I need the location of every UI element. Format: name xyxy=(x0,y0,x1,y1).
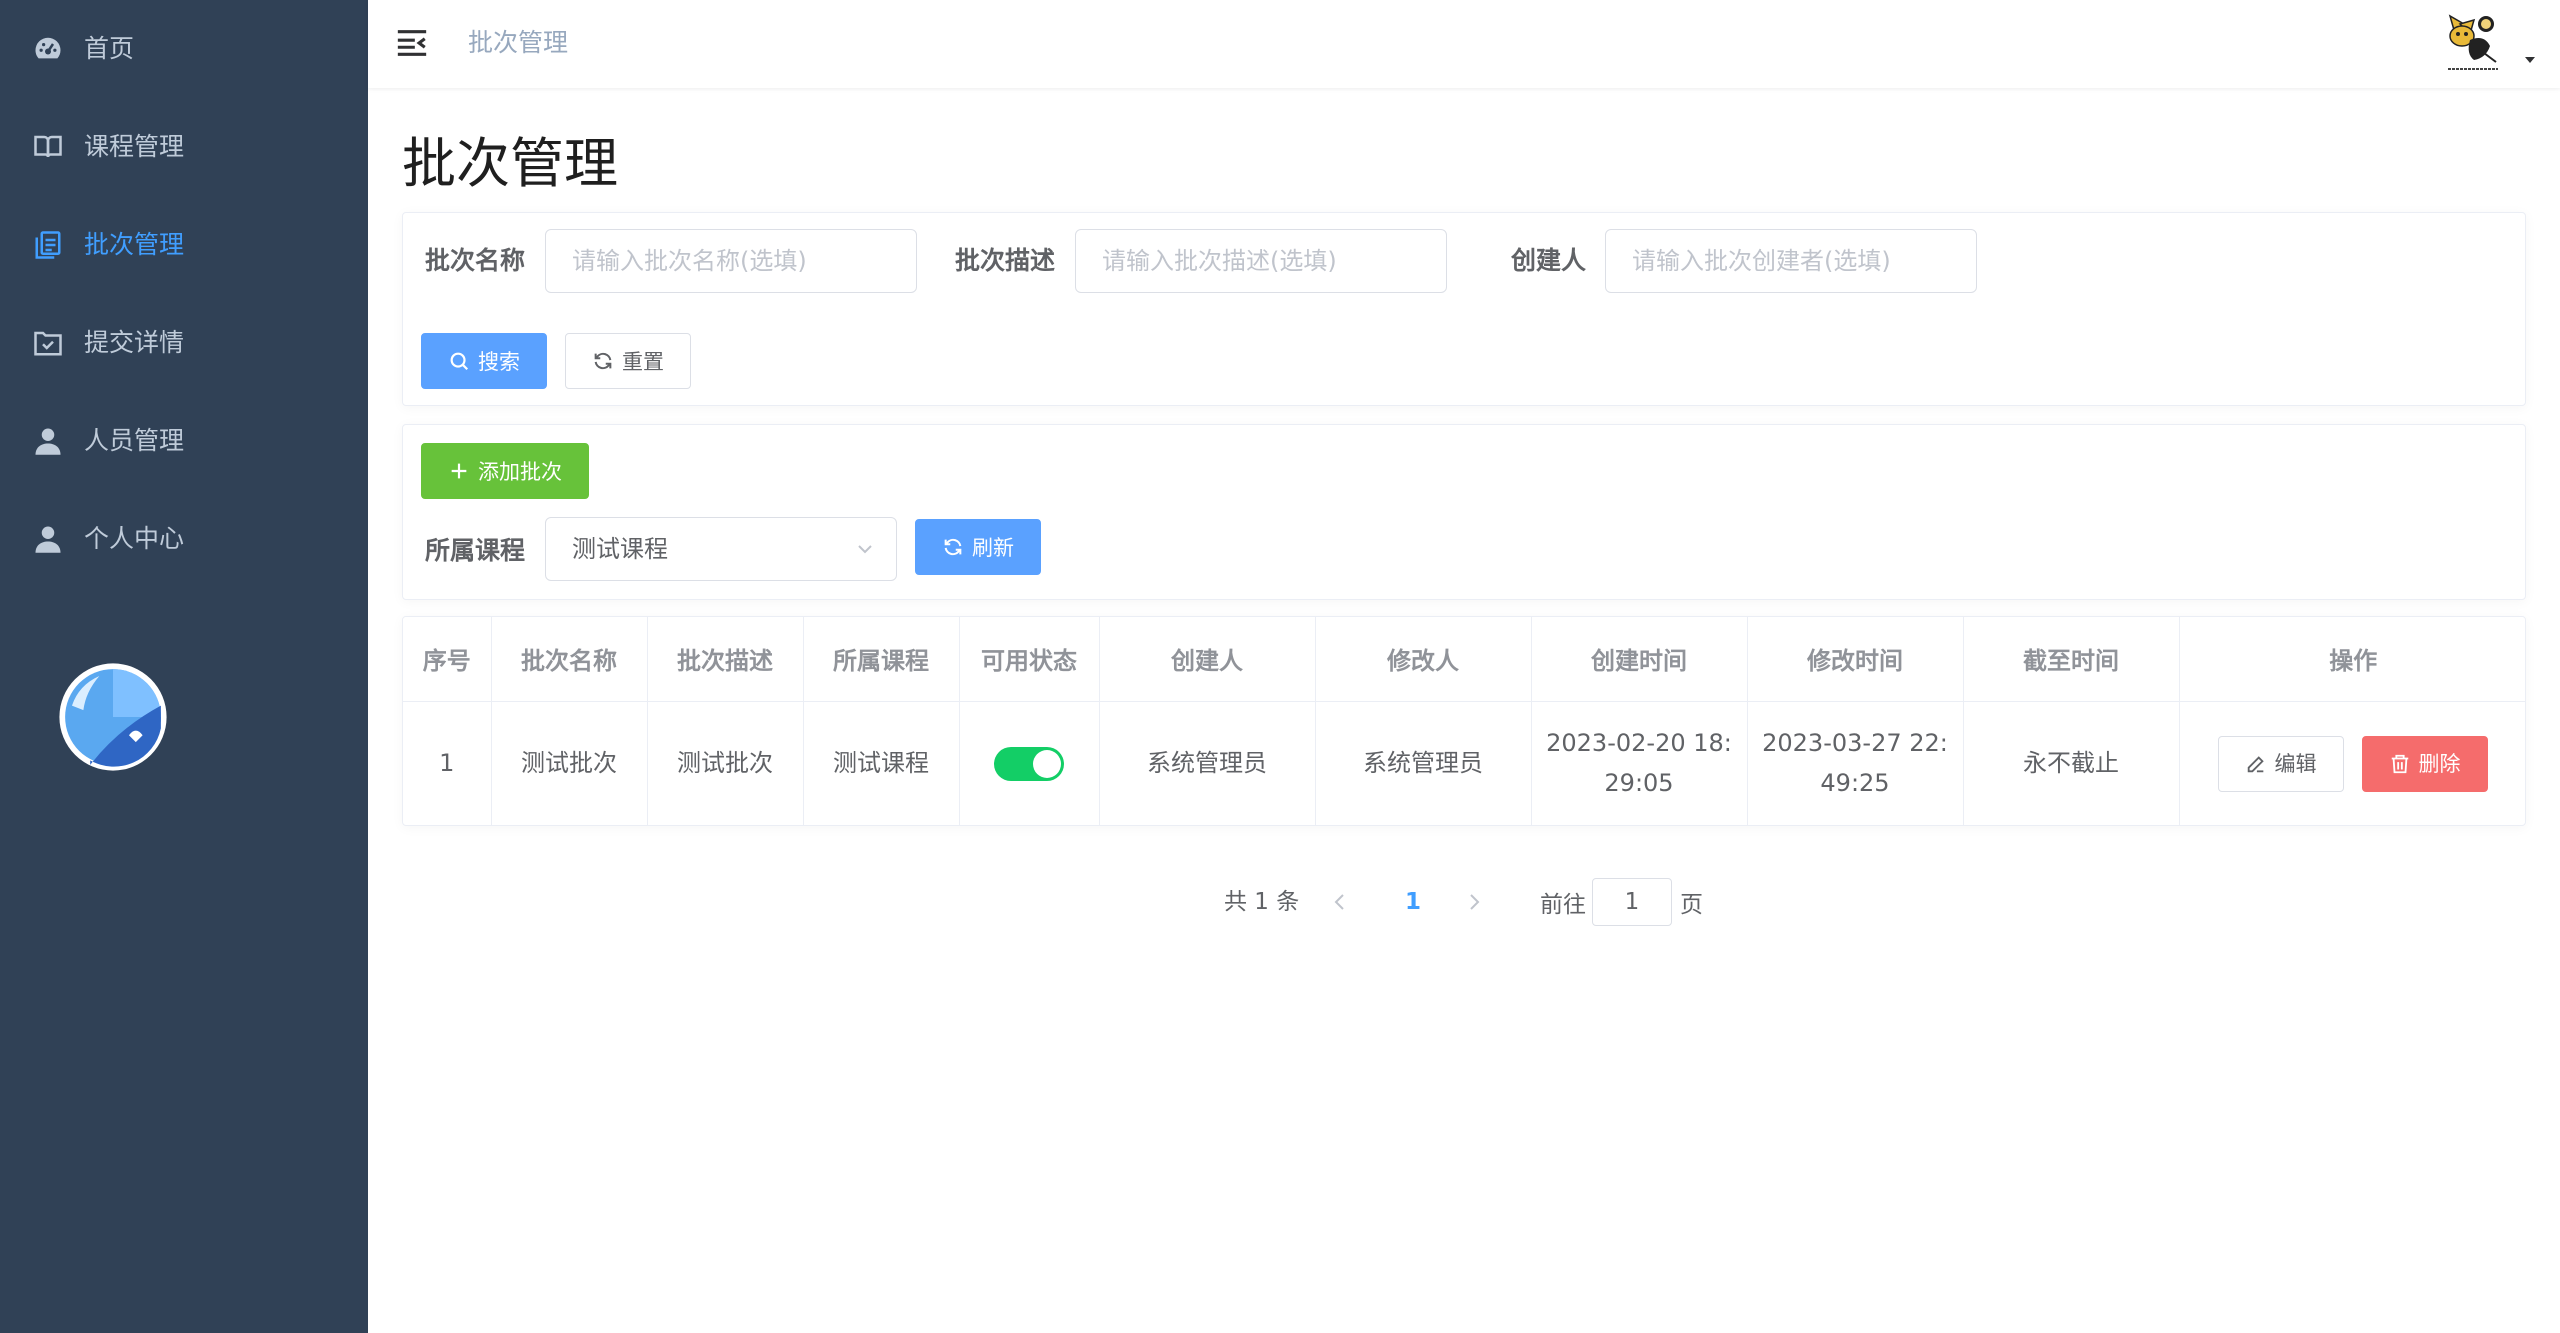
status-toggle[interactable] xyxy=(994,747,1064,781)
dashboard-icon xyxy=(35,37,61,59)
sidebar-item-label: 个人中心 xyxy=(84,524,185,553)
hamburger-fold-icon[interactable] xyxy=(395,26,429,60)
search-form-card: 批次名称 请输入批次名称(选填) 批次描述 请输入批次描述(选填) 创建人 请输… xyxy=(402,212,2526,406)
batch-name-label: 批次名称 xyxy=(425,246,526,275)
cell-batch-name: 测试批次 xyxy=(491,701,648,825)
sidebar-item-label: 首页 xyxy=(84,34,135,63)
reset-button-label: 重置 xyxy=(622,350,664,374)
reset-button[interactable]: 重置 xyxy=(565,333,691,389)
column-header: 操作 xyxy=(2179,617,2525,702)
column-header: 批次描述 xyxy=(647,617,804,702)
delete-button-label: 删除 xyxy=(2418,751,2461,776)
search-button[interactable]: 搜索 xyxy=(421,333,547,389)
user-icon xyxy=(35,428,61,455)
cell-modified-time: 2023-03-27 22: 49:25 xyxy=(1747,701,1964,825)
course-label: 所属课程 xyxy=(425,536,526,565)
pagination-goto-input[interactable]: 1 xyxy=(1592,878,1672,926)
inbox-check-icon xyxy=(34,331,62,356)
cell-creator: 系统管理员 xyxy=(1099,701,1316,825)
cell-created-time: 2023-02-20 18: 29:05 xyxy=(1531,701,1748,825)
column-header: 截至时间 xyxy=(1963,617,2180,702)
sidebar-item-courses[interactable]: 课程管理 xyxy=(0,98,368,196)
cell-batch-desc: 测试批次 xyxy=(647,701,804,825)
add-batch-button[interactable]: 添加批次 xyxy=(421,443,589,499)
chevron-down-icon xyxy=(858,545,872,554)
table-header-row: 序号 批次名称 批次描述 所属课程 可用状态 创建人 修改人 创建时间 修改时间… xyxy=(403,617,2525,702)
table-row: 1 测试批次 测试批次 测试课程 系统管理员 系统管理员 2023-02-20 … xyxy=(403,701,2525,825)
cell-operations: 编辑 删除 xyxy=(2179,701,2525,825)
pagination-page-suffix: 页 xyxy=(1680,892,1703,918)
column-header: 修改时间 xyxy=(1747,617,1964,702)
creator-label: 创建人 xyxy=(1511,246,1587,275)
column-header: 所属课程 xyxy=(803,617,960,702)
edit-icon xyxy=(2247,755,2264,772)
plus-icon xyxy=(451,463,467,479)
tomcat-avatar-icon[interactable] xyxy=(2440,10,2506,76)
sidebar-item-label: 批次管理 xyxy=(84,230,185,259)
sidebar-item-submissions[interactable]: 提交详情 xyxy=(0,294,368,392)
cell-course: 测试课程 xyxy=(803,701,960,825)
sidebar-item-home[interactable]: 首页 xyxy=(0,0,368,98)
column-header: 创建时间 xyxy=(1531,617,1748,702)
search-button-label: 搜索 xyxy=(478,350,520,374)
creator-input[interactable]: 请输入批次创建者(选填) xyxy=(1605,229,1977,293)
batch-icon xyxy=(35,231,61,259)
batch-name-input[interactable]: 请输入批次名称(选填) xyxy=(545,229,917,293)
sidebar-item-batches[interactable]: 批次管理 xyxy=(0,196,368,294)
modified-time-line2: 49:25 xyxy=(1820,769,1890,797)
refresh-button[interactable]: 刷新 xyxy=(915,519,1041,575)
course-select[interactable]: 测试课程 xyxy=(545,517,897,581)
edit-button[interactable]: 编辑 xyxy=(2217,735,2344,792)
book-icon xyxy=(34,135,62,158)
cell-deadline: 永不截止 xyxy=(1963,701,2180,825)
sidebar-item-staff[interactable]: 人员管理 xyxy=(0,392,368,490)
sidebar: 首页 课程管理 批次管理 提交详情 人员管理 个人中心 xyxy=(0,0,368,1333)
pagination-total: 共 1 条 xyxy=(1224,889,1300,915)
logo-icon xyxy=(59,663,167,771)
sidebar-item-label: 提交详情 xyxy=(84,328,185,357)
column-header: 可用状态 xyxy=(959,617,1100,702)
chevron-right-icon[interactable] xyxy=(1462,890,1486,914)
sidebar-item-profile[interactable]: 个人中心 xyxy=(0,490,368,588)
page-title: 批次管理 xyxy=(402,132,618,195)
toggle-knob xyxy=(1033,750,1061,778)
batch-desc-input[interactable]: 请输入批次描述(选填) xyxy=(1075,229,1447,293)
add-batch-button-label: 添加批次 xyxy=(478,460,562,484)
sidebar-item-label: 课程管理 xyxy=(84,132,185,161)
batch-desc-label: 批次描述 xyxy=(955,246,1056,275)
refresh-icon xyxy=(594,352,612,370)
created-time-line2: 29:05 xyxy=(1604,769,1674,797)
refresh-icon xyxy=(944,538,962,556)
column-header: 修改人 xyxy=(1315,617,1532,702)
user-icon xyxy=(35,526,61,553)
top-navbar: 批次管理 xyxy=(368,0,2560,88)
pagination-goto-label: 前往 xyxy=(1540,892,1586,918)
created-time-line1: 2023-02-20 18: xyxy=(1546,729,1732,757)
chevron-left-icon[interactable] xyxy=(1328,890,1352,914)
delete-button[interactable]: 删除 xyxy=(2361,735,2488,792)
batch-table-card: 序号 批次名称 批次描述 所属课程 可用状态 创建人 修改人 创建时间 修改时间… xyxy=(402,616,2526,826)
sidebar-item-label: 人员管理 xyxy=(84,426,185,455)
pagination-page[interactable]: 1 xyxy=(1396,882,1430,922)
actions-card: 添加批次 所属课程 测试课程 刷新 xyxy=(402,424,2526,600)
cell-status xyxy=(959,701,1100,825)
edit-button-label: 编辑 xyxy=(2274,751,2317,776)
breadcrumb[interactable]: 批次管理 xyxy=(468,24,568,62)
cell-modifier: 系统管理员 xyxy=(1315,701,1532,825)
column-header: 批次名称 xyxy=(491,617,648,702)
refresh-button-label: 刷新 xyxy=(972,536,1014,560)
modified-time-line1: 2023-03-27 22: xyxy=(1762,729,1948,757)
column-header: 创建人 xyxy=(1099,617,1316,702)
trash-icon xyxy=(2391,754,2408,773)
app-root: 首页 课程管理 批次管理 提交详情 人员管理 个人中心 批次管理 批次管理 批次… xyxy=(0,0,2560,1333)
cell-index: 1 xyxy=(403,701,492,825)
batch-table: 序号 批次名称 批次描述 所属课程 可用状态 创建人 修改人 创建时间 修改时间… xyxy=(403,617,2525,825)
caret-down-icon[interactable] xyxy=(2522,52,2538,68)
column-header: 序号 xyxy=(403,617,492,702)
search-icon xyxy=(450,352,469,371)
